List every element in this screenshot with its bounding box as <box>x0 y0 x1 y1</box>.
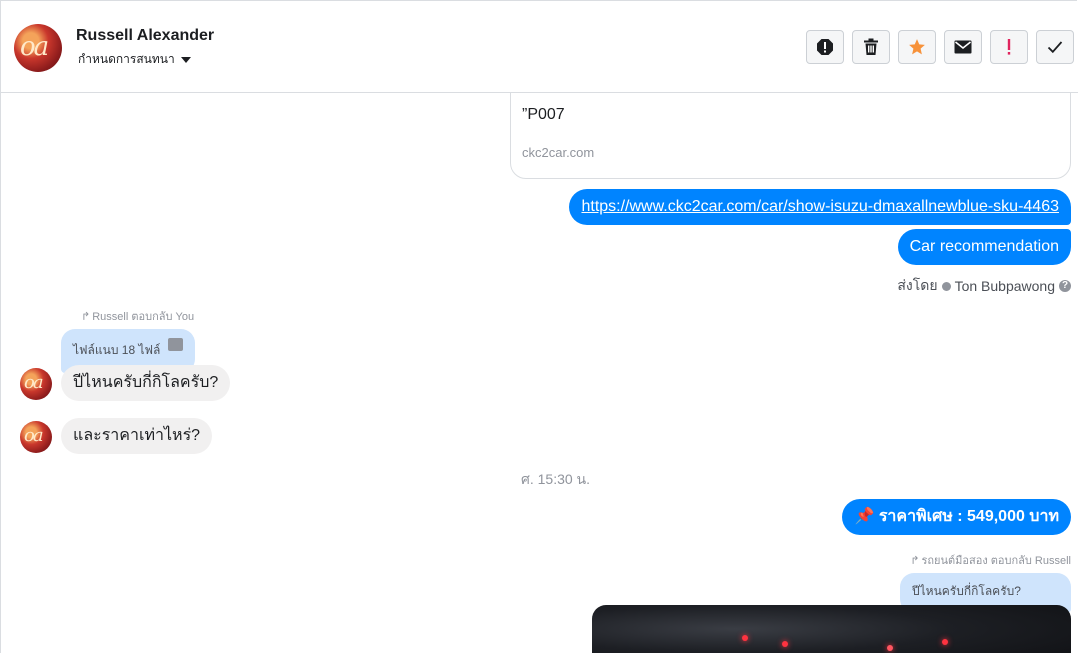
mark-spam-button[interactable] <box>806 30 844 64</box>
action-toolbar <box>806 30 1074 64</box>
outgoing-message[interactable]: Car recommendation <box>897 229 1071 265</box>
delete-button[interactable] <box>852 30 890 64</box>
message-thread[interactable]: ”P007 ckc2car.com https://www.ckc2car.co… <box>1 93 1078 653</box>
reply-note: ↱ รถยนต์มือสอง ตอบกลับ Russell <box>910 551 1071 569</box>
exclamation-icon <box>1007 39 1011 55</box>
avatar[interactable]: oa <box>20 421 52 453</box>
spam-icon <box>817 39 833 55</box>
image-icon <box>168 338 183 351</box>
photo-attachment[interactable] <box>592 605 1071 653</box>
reply-arrow-icon: ↱ <box>81 310 91 323</box>
trash-icon <box>864 38 878 55</box>
sent-by-label: ส่งโดย Ton Bubpawong ? <box>897 275 1071 297</box>
link-preview-card[interactable]: ”P007 ckc2car.com <box>510 93 1071 179</box>
assign-label: กำหนดการสนทนา <box>78 52 175 66</box>
outgoing-price-message[interactable]: 📌 ราคาพิเศษ : 549,000 บาท <box>842 499 1071 535</box>
star-icon <box>909 39 925 55</box>
conversation-header: oa Russell Alexander กำหนดการสนทนา <box>1 4 1078 93</box>
reply-note-text: Russell ตอบกลับ You <box>92 311 195 323</box>
reply-arrow-icon: ↱ <box>910 554 920 567</box>
contact-name[interactable]: Russell Alexander <box>76 27 214 45</box>
admin-badge-icon <box>941 281 951 291</box>
timestamp: ศ. 15:30 น. <box>520 471 591 487</box>
sender-name: Ton Bubpawong <box>954 278 1055 294</box>
reply-note: ↱ Russell ตอบกลับ You <box>81 307 194 325</box>
mark-unread-button[interactable] <box>944 30 982 64</box>
caret-down-icon <box>180 57 191 63</box>
follow-up-button[interactable] <box>990 30 1028 64</box>
outgoing-link-message[interactable]: https://www.ckc2car.com/car/show-isuzu-d… <box>569 189 1071 225</box>
check-icon <box>1047 41 1063 54</box>
quoted-text: ปีไหนครับกี่กิโลครับ? <box>912 584 1021 598</box>
envelope-icon <box>954 40 972 54</box>
incoming-message[interactable]: และราคาเท่าไหร่? <box>61 418 213 454</box>
link-preview-domain: ckc2car.com <box>522 145 595 160</box>
assign-conversation-dropdown[interactable]: กำหนดการสนทนา <box>78 50 191 69</box>
link-preview-text: ”P007 <box>522 106 565 123</box>
quoted-text: ไฟล์แนบ 18 ไฟล์ <box>73 343 161 357</box>
mark-done-button[interactable] <box>1036 30 1074 64</box>
help-icon[interactable]: ? <box>1059 280 1071 292</box>
reply-note-text: รถยนต์มือสอง ตอบกลับ Russell <box>921 555 1071 567</box>
sent-by-prefix: ส่งโดย <box>897 277 938 293</box>
avatar[interactable]: oa <box>20 368 52 400</box>
incoming-message[interactable]: ปีไหนครับกี่กิโลครับ? <box>61 365 231 401</box>
star-button[interactable] <box>898 30 936 64</box>
avatar[interactable]: oa <box>14 24 62 72</box>
